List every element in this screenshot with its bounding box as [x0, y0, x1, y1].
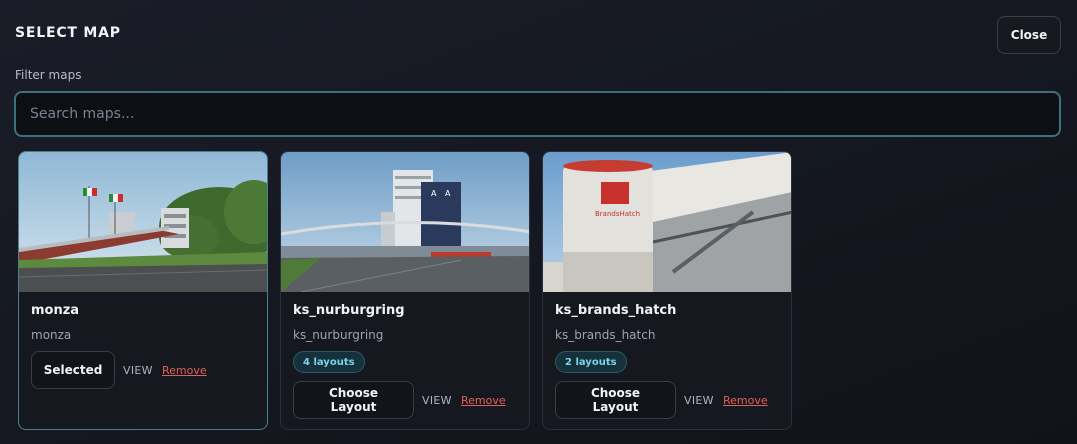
modal-title: SELECT MAP: [15, 25, 121, 41]
choose-layout-button[interactable]: Choose Layout: [293, 381, 414, 419]
map-thumbnail-ks-nurburgring: A A: [281, 152, 529, 292]
view-link[interactable]: VIEW: [123, 364, 153, 377]
svg-text:BrandsHatch: BrandsHatch: [595, 210, 640, 218]
svg-text:A: A: [445, 189, 451, 198]
map-name: ks_brands_hatch: [555, 303, 677, 318]
view-link[interactable]: VIEW: [422, 394, 452, 407]
layouts-badge: 2 layouts: [555, 351, 627, 373]
modal-header: SELECT MAP Close: [0, 0, 1077, 70]
close-button[interactable]: Close: [997, 16, 1061, 54]
map-id: ks_brands_hatch: [555, 328, 656, 342]
svg-text:A: A: [431, 189, 437, 198]
remove-link[interactable]: Remove: [461, 394, 506, 407]
selected-button[interactable]: Selected: [31, 351, 115, 389]
remove-link[interactable]: Remove: [162, 364, 207, 377]
map-id: ks_nurburgring: [293, 328, 384, 342]
map-card-monza[interactable]: monza monza Selected VIEW Remove: [18, 151, 268, 430]
search-input[interactable]: [14, 91, 1061, 137]
map-name: monza: [31, 303, 80, 318]
map-name: ks_nurburgring: [293, 303, 405, 318]
layouts-badge: 4 layouts: [293, 351, 365, 373]
filter-label: Filter maps: [15, 68, 82, 82]
map-thumbnail-monza: [19, 152, 267, 292]
map-id: monza: [31, 328, 72, 342]
choose-layout-button[interactable]: Choose Layout: [555, 381, 676, 419]
map-thumbnail-ks-brands-hatch: BrandsHatch: [543, 152, 791, 292]
view-link[interactable]: VIEW: [684, 394, 714, 407]
map-card-ks-nurburgring[interactable]: A A ks_nurburgring ks_nurburgring 4 layo…: [280, 151, 530, 430]
remove-link[interactable]: Remove: [723, 394, 768, 407]
map-card-ks-brands-hatch[interactable]: BrandsHatch ks_brands_hatch ks_brands_ha…: [542, 151, 792, 430]
